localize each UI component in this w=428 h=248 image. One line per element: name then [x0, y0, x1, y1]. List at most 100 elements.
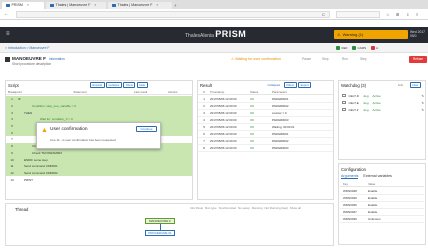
thread-status-item[interactable]: No setup	[238, 206, 250, 210]
filters-button[interactable]: Filters	[283, 82, 297, 88]
config-row[interactable]: WDN0026 Enable	[340, 202, 424, 209]
step-statement: IF	[18, 97, 21, 102]
column-header: Timestamp	[210, 90, 225, 94]
browser-menu-icon[interactable]: ≡	[416, 11, 418, 18]
status-chip-label: DEF	[341, 46, 348, 50]
watchdog-row[interactable]: CELT-F deg Active ✎	[342, 106, 424, 113]
config-key: WDN0029	[343, 196, 357, 200]
checkbox[interactable]	[342, 93, 346, 98]
breadcrumb[interactable]: > Introduction > Manoeuvre F	[5, 45, 49, 51]
step-number: 3	[11, 110, 13, 115]
row-status: OK	[250, 125, 255, 129]
row-timestamp: 2017/05/06 12:00:00	[210, 139, 237, 143]
config-row[interactable]: WDN0028 Enable	[340, 188, 424, 195]
result-row[interactable]: 2 2017/05/06 12:00:00 OK PARAM0002	[198, 103, 333, 110]
browser-tab-prism[interactable]: PRISM ×	[2, 1, 44, 9]
config-key: WDN0028	[343, 189, 357, 193]
config-row[interactable]: WDN0030 Unknown	[340, 216, 424, 223]
result-row[interactable]: 3 2017/05/06 12:00:00 OK counter = 0	[198, 110, 333, 117]
result-row[interactable]: 5 2017/05/06 12:00:00 OK Waiting, 00:00:01	[198, 124, 333, 131]
script-step[interactable]: 13 PRINT	[6, 176, 192, 183]
watchdog-row[interactable]: CELT-D deg Active ✎	[342, 92, 424, 99]
script-toolbar: Expand Collapse Show Hide	[90, 82, 148, 88]
checkbox[interactable]	[342, 107, 346, 112]
star-icon[interactable]: ☆	[386, 11, 390, 18]
script-step[interactable]: 3 THEN	[6, 109, 192, 117]
hide-button[interactable]: Hide	[136, 82, 148, 88]
configuration-panel-title: Configuration	[341, 167, 366, 172]
result-row[interactable]: 8 2017/05/06 12:00:00 OK PARAM0003	[198, 145, 333, 152]
column-header: #	[203, 90, 205, 94]
config-key: WDN0027	[343, 210, 357, 214]
edit-icon[interactable]: ✎	[421, 101, 424, 105]
run-button[interactable]: Run	[342, 57, 348, 61]
result-row[interactable]: 1 2017/05/06 12:00:00 OK PARAM0001	[198, 96, 333, 103]
tab-arguments[interactable]: Arguments	[341, 174, 359, 179]
collapse-button[interactable]: Collapse	[106, 82, 122, 88]
tab-external-variables[interactable]: External variables	[363, 174, 392, 179]
row-parameter: PARAM0001	[272, 132, 289, 136]
continue-button[interactable]: Continue	[136, 126, 157, 132]
show-button[interactable]: Show	[123, 82, 136, 88]
watchdog-row[interactable]: CELT-E deg Active ✎	[342, 99, 424, 106]
expand-button[interactable]: Expand	[90, 82, 105, 88]
result-row[interactable]: 6 2017/05/06 12:00:00 OK PARAM0001	[198, 131, 333, 138]
edit-icon[interactable]: ✎	[421, 108, 424, 112]
close-icon[interactable]: ×	[27, 3, 29, 7]
watchdog-edit-button[interactable]: Edit	[398, 83, 403, 87]
column-header: Parameters	[272, 90, 287, 94]
close-icon[interactable]: ×	[156, 3, 158, 7]
stop-button[interactable]: Stop	[322, 57, 329, 61]
thread-node-procedure[interactable]: PROCEDURE 01	[145, 230, 175, 236]
watchdog-name: CELT-F	[348, 107, 359, 112]
step-button[interactable]: Step	[360, 57, 367, 61]
step-number: 6	[11, 130, 13, 135]
new-tab-button[interactable]: +	[174, 2, 177, 9]
edit-icon[interactable]: ✎	[421, 94, 424, 98]
config-row[interactable]: WDN0029 Enable	[340, 195, 424, 202]
back-icon[interactable]: ←	[4, 11, 9, 18]
result-row[interactable]: 4 2017/05/06 12:00:00 OK PARAM0003	[198, 117, 333, 124]
script-step[interactable]: 10 ENDIF some step	[6, 156, 192, 163]
watchdog-new-button[interactable]: New	[410, 82, 421, 88]
thread-panel-title: Thread	[15, 207, 29, 212]
script-step[interactable]: 9 Check TM PARAM003	[6, 149, 192, 157]
url-input[interactable]	[16, 11, 330, 18]
favicon-icon	[112, 3, 116, 7]
config-value: Unknown	[368, 217, 381, 221]
script-step[interactable]: 2 Condition: step_one_variable > 0	[6, 102, 192, 110]
script-step[interactable]: 1 IF	[6, 96, 192, 103]
browser-search-input[interactable]	[336, 11, 380, 18]
reload-icon[interactable]: C	[322, 11, 325, 18]
result-panel-title: Result	[200, 83, 212, 88]
browser-tab-manoeuvre-2[interactable]: Thales | Manoeuvre F ×	[108, 1, 172, 9]
procedure-subtitle: Short procedure description	[12, 62, 52, 66]
pause-button[interactable]: Pause	[302, 57, 311, 61]
close-icon[interactable]: ×	[94, 3, 96, 7]
thread-status-item[interactable]: Show all	[290, 206, 301, 210]
row-status: OK	[250, 104, 255, 108]
config-key: WDN0026	[343, 203, 357, 207]
row-number: 2	[203, 104, 205, 108]
watchdog-unit: deg	[363, 93, 369, 98]
export-button[interactable]: Export	[298, 82, 312, 88]
thread-status-item[interactable]: Run type	[205, 206, 217, 210]
script-step[interactable]: 12 Send command CMD002	[6, 169, 192, 177]
procedure-info-link[interactable]: information	[49, 57, 65, 61]
checkbox[interactable]	[342, 100, 346, 105]
thread-status-item[interactable]: Running	[252, 206, 263, 210]
warning-badge[interactable]: ⚠ Warning (1)	[334, 30, 408, 39]
hamburger-icon[interactable]: ≡	[6, 31, 10, 38]
thread-status-item[interactable]: Not Running (last)	[264, 206, 287, 210]
refuse-button[interactable]: Refuse	[409, 56, 427, 63]
collapsed-toggle[interactable]: Collapsed	[265, 82, 283, 88]
script-step[interactable]: 11 Send command CMD001	[6, 162, 192, 170]
thread-status-item[interactable]: Synchronized	[219, 206, 237, 210]
download-icon[interactable]: ⇩	[406, 11, 409, 18]
thread-status-item[interactable]: Info Panel	[190, 206, 203, 210]
waiting-text: Waiting for user confirmation	[235, 57, 281, 61]
result-row[interactable]: 7 2017/05/06 12:00:00 OK PARAM0002	[198, 138, 333, 145]
config-row[interactable]: WDN0027 Enable	[340, 209, 424, 216]
library-icon[interactable]: ⊞	[396, 11, 399, 18]
browser-tab-manoeuvre-1[interactable]: Thales | Manoeuvre F ×	[46, 1, 106, 9]
